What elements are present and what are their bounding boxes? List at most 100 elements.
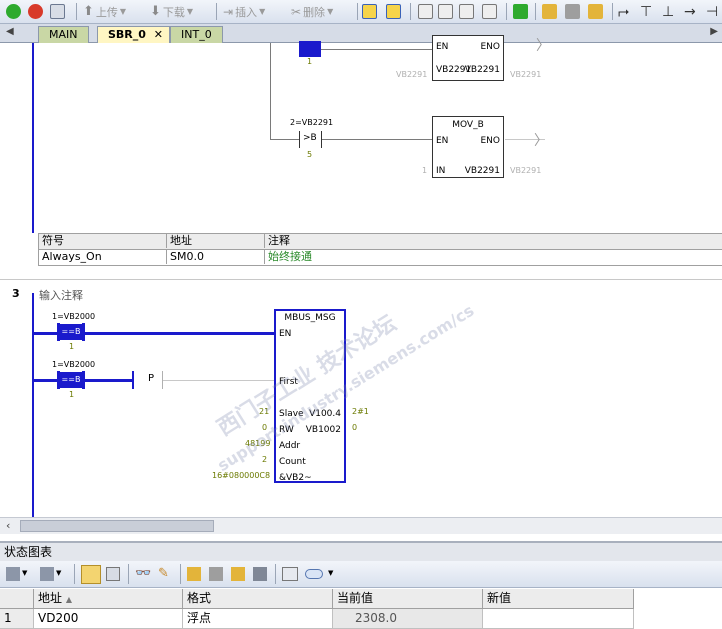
insert-button[interactable]: ⇥ 插入 ▼ bbox=[223, 3, 265, 20]
stop-button[interactable] bbox=[28, 3, 43, 20]
chevron-down-icon[interactable]: ▼ bbox=[328, 569, 333, 577]
network-divider bbox=[0, 279, 722, 280]
lock-icon[interactable] bbox=[187, 567, 201, 581]
delete-button[interactable]: ✂ 删除 ▼ bbox=[291, 3, 333, 20]
chart-icon[interactable] bbox=[282, 567, 298, 581]
chevron-down-icon[interactable]: ▼ bbox=[56, 569, 61, 577]
scroll-right-icon[interactable]: ▶ bbox=[710, 26, 718, 37]
line-down-icon: ⊤ bbox=[640, 3, 653, 20]
toolbar-button-4[interactable] bbox=[482, 3, 497, 20]
upload-button[interactable]: ⬆ 上传 ▼ bbox=[83, 3, 126, 20]
chevron-down-icon: ▼ bbox=[186, 7, 194, 16]
run-button[interactable] bbox=[6, 3, 21, 20]
unlock-icon[interactable] bbox=[209, 567, 223, 581]
table-row[interactable]: Always_On SM0.0 始终接通 bbox=[39, 250, 722, 266]
delete-label: 删除 bbox=[303, 5, 326, 19]
format-cell[interactable]: 浮点 bbox=[183, 609, 333, 629]
compare-contact[interactable] bbox=[299, 41, 321, 57]
wire bbox=[163, 380, 275, 381]
compare-contact[interactable]: ==B bbox=[60, 324, 82, 340]
out-value: VB2291 bbox=[510, 166, 542, 175]
tab-label: INT_0 bbox=[181, 28, 212, 41]
branch-wire bbox=[270, 43, 271, 139]
header-current-value[interactable]: 当前值 bbox=[333, 589, 483, 609]
glasses-icon[interactable]: 👓 bbox=[135, 566, 151, 581]
separator bbox=[76, 3, 77, 20]
contact-operand: 1=VB2000 bbox=[52, 360, 96, 369]
current-value-cell: 2308.0 bbox=[333, 609, 483, 629]
program-status-button[interactable] bbox=[362, 3, 377, 20]
tab-sbr-0[interactable]: SBR_0 ✕ bbox=[97, 26, 170, 43]
table-view-icon[interactable] bbox=[106, 567, 120, 581]
symbol-cell: Always_On bbox=[42, 250, 102, 263]
close-icon[interactable]: ✕ bbox=[154, 27, 163, 43]
toolbar-button-3[interactable] bbox=[459, 3, 474, 20]
table-icon[interactable] bbox=[6, 567, 20, 581]
arrow-up-icon: ⬆ bbox=[83, 4, 94, 19]
horizontal-scrollbar[interactable]: ‹ bbox=[0, 517, 722, 534]
wire bbox=[322, 139, 433, 140]
compile-button[interactable] bbox=[50, 3, 65, 20]
stop-icon bbox=[28, 4, 43, 19]
line-down-button[interactable]: ⊤ bbox=[640, 3, 652, 20]
positive-edge-label: P bbox=[148, 373, 155, 384]
line-right-button[interactable]: → bbox=[684, 3, 696, 20]
branch-button[interactable]: ⮣ bbox=[618, 3, 629, 20]
compare-operand: 2=VB2291 bbox=[290, 118, 334, 127]
ladder-editor[interactable]: 1 EN ENO VB2291 VB2291 VB2291 VB2291 〉 2… bbox=[0, 35, 722, 517]
row-index[interactable]: 1 bbox=[0, 609, 34, 629]
toolbar-button-2[interactable] bbox=[438, 3, 453, 20]
power-rail bbox=[32, 293, 34, 517]
chart-status-icon bbox=[386, 4, 401, 19]
network-comment[interactable]: 输入注释 bbox=[39, 287, 83, 303]
toolbar-button-1[interactable] bbox=[418, 3, 433, 20]
delete-icon: ✂ bbox=[291, 4, 302, 19]
chart-status-button[interactable] bbox=[386, 3, 401, 20]
arrow-right-icon: → bbox=[684, 3, 696, 20]
done-value: 2#1 bbox=[352, 407, 369, 416]
compare-contact[interactable]: ==B bbox=[60, 372, 82, 388]
read-all-icon[interactable] bbox=[253, 567, 267, 581]
forward-icon bbox=[459, 4, 474, 19]
trend-view-button[interactable] bbox=[81, 565, 101, 584]
top-box[interactable]: EN ENO VB2291 VB2291 bbox=[432, 35, 504, 81]
mov-b-box[interactable]: MOV_B EN ENO IN VB2291 bbox=[432, 116, 504, 178]
scroll-left-icon[interactable]: ‹ bbox=[6, 519, 10, 532]
scrollbar-thumb[interactable] bbox=[20, 520, 214, 532]
line-left-button[interactable]: ⊣ bbox=[706, 3, 718, 20]
new-value-cell[interactable] bbox=[483, 609, 634, 629]
download-button[interactable]: ⬇ 下载 ▼ bbox=[150, 3, 193, 20]
header-index bbox=[0, 589, 34, 609]
header-new-value[interactable]: 新值 bbox=[483, 589, 634, 609]
header-address[interactable]: 地址 ▲ bbox=[34, 589, 183, 609]
lock-button[interactable] bbox=[542, 3, 557, 20]
goto-button[interactable] bbox=[513, 3, 528, 20]
unlock-button[interactable] bbox=[565, 3, 580, 20]
force-icon[interactable] bbox=[231, 567, 245, 581]
separator bbox=[535, 3, 536, 20]
chevron-down-icon: ▼ bbox=[327, 7, 334, 16]
tab-main[interactable]: MAIN bbox=[38, 26, 89, 43]
scroll-left-icon[interactable]: ◀ bbox=[6, 26, 14, 37]
tag-icon[interactable] bbox=[305, 569, 323, 579]
line-up-button[interactable]: ⊥ bbox=[662, 3, 674, 20]
header-format[interactable]: 格式 bbox=[183, 589, 333, 609]
in-pin: IN bbox=[436, 166, 446, 176]
insert-row-icon[interactable] bbox=[40, 567, 54, 581]
separator bbox=[216, 3, 217, 20]
address-cell[interactable]: VD200 bbox=[34, 609, 183, 629]
insert-label: 插入 bbox=[235, 5, 258, 19]
contact-value: 1 bbox=[69, 342, 75, 351]
status-chart-title: 状态图表 bbox=[4, 545, 53, 559]
tab-strip: ◀ MAIN SBR_0 ✕ INT_0 ▶ bbox=[0, 24, 722, 43]
tab-int-0[interactable]: INT_0 bbox=[170, 26, 223, 43]
header-symbol: 符号 bbox=[42, 234, 64, 247]
wire bbox=[321, 49, 433, 50]
rectangle-icon bbox=[418, 4, 433, 19]
header-address: 地址 bbox=[166, 234, 192, 248]
force-button[interactable] bbox=[588, 3, 603, 20]
chevron-down-icon[interactable]: ▼ bbox=[22, 569, 27, 577]
goto-icon bbox=[513, 4, 528, 19]
tab-label: SBR_0 bbox=[108, 28, 146, 41]
pencil-icon[interactable]: ✎ bbox=[158, 566, 169, 581]
